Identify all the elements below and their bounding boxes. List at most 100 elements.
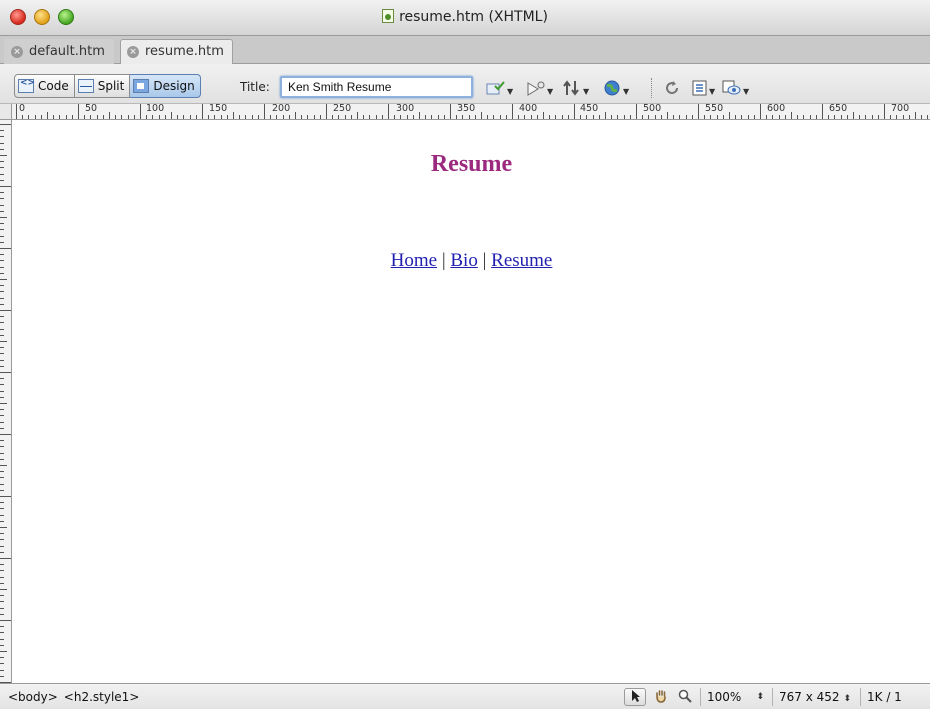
ruler-tick	[0, 347, 4, 349]
ruler-tick	[0, 390, 4, 392]
ruler-tick	[747, 115, 749, 119]
ruler-tick	[0, 179, 4, 181]
ruler-tick	[0, 551, 4, 553]
tab-default-htm[interactable]: × default.htm	[4, 39, 114, 64]
ruler-tick	[0, 285, 4, 287]
ruler-tick	[0, 210, 4, 212]
ruler-tick	[0, 458, 4, 460]
ruler-tick	[22, 115, 24, 119]
page-heading[interactable]: Resume	[13, 151, 930, 178]
ruler-tick	[784, 115, 786, 119]
browser-check-button[interactable]: ▼	[604, 79, 629, 97]
ruler-tick	[0, 533, 4, 535]
ruler-tick	[121, 115, 123, 119]
design-view-button[interactable]: Design	[130, 74, 201, 98]
zoom-tool-button[interactable]	[674, 688, 696, 706]
ruler-tick	[0, 657, 4, 659]
ruler-tick	[0, 297, 4, 299]
tag-body[interactable]: <body>	[8, 690, 58, 704]
ruler-tick	[772, 115, 774, 119]
ruler-tick	[0, 452, 4, 454]
hand-tool-button[interactable]	[650, 688, 672, 706]
ruler-mark: 650	[829, 104, 848, 114]
ruler-tick	[0, 576, 4, 578]
ruler-tick	[307, 115, 309, 119]
ruler-tick	[605, 112, 606, 119]
close-tab-icon[interactable]: ×	[11, 46, 23, 58]
ruler-tick	[0, 365, 4, 367]
ruler-tick	[0, 316, 4, 318]
ruler-mark: 400	[519, 104, 538, 114]
ruler-tick	[90, 115, 92, 119]
ruler-tick	[667, 112, 668, 119]
magnifier-icon	[678, 689, 692, 703]
ruler-tick	[208, 115, 210, 119]
updown-arrows-icon: ⬍	[843, 694, 852, 704]
ruler-tick	[512, 104, 513, 119]
page-title-input[interactable]	[280, 76, 473, 98]
ruler-tick	[71, 115, 73, 119]
bio-link[interactable]: Bio	[450, 250, 477, 271]
validate-markup-button[interactable]: ▼	[486, 79, 513, 97]
ruler-tick	[877, 115, 879, 119]
zoom-level-select[interactable]: 100% ⬍	[700, 688, 770, 706]
ruler-tick	[0, 465, 7, 466]
ruler-tick	[0, 217, 7, 218]
window-titlebar: resume.htm (XHTML)	[0, 0, 930, 36]
split-view-button[interactable]: Split	[74, 74, 131, 98]
ruler-tick	[164, 115, 166, 119]
ruler-tick	[0, 620, 11, 621]
ruler-tick	[338, 115, 340, 119]
ruler-tick	[0, 378, 4, 380]
ruler-origin[interactable]	[0, 104, 12, 120]
ruler-mark: 700	[891, 104, 910, 114]
ruler-tick	[195, 115, 197, 119]
ruler-tick	[0, 204, 4, 206]
select-tool-button[interactable]	[624, 688, 646, 706]
ruler-tick	[859, 115, 861, 119]
ruler-tick	[0, 142, 4, 144]
ruler-tick	[567, 115, 569, 119]
ruler-tick	[264, 104, 265, 119]
ruler-tick	[226, 115, 228, 119]
visual-aids-button[interactable]: ▼	[722, 79, 749, 97]
nav-separator: |	[482, 250, 487, 271]
view-options-button[interactable]: ▼	[692, 79, 715, 97]
ruler-tick	[443, 115, 445, 119]
tag-h2-style1[interactable]: <h2.style1>	[64, 690, 140, 704]
ruler-tick	[0, 644, 4, 646]
preview-in-browser-button[interactable]: ▼	[526, 79, 553, 97]
ruler-tick	[381, 115, 383, 119]
ruler-tick	[437, 115, 439, 119]
ruler-tick	[47, 112, 48, 119]
window-size-value: 767 x 452	[779, 690, 840, 704]
code-view-button[interactable]: Code	[14, 74, 75, 98]
status-bar: <body> <h2.style1> 100% ⬍ 767 x 452 ⬍ 1K / …	[0, 683, 930, 709]
ruler-tick	[0, 440, 4, 442]
resume-link[interactable]: Resume	[491, 250, 552, 271]
document-tab-bar: × default.htm × resume.htm	[0, 36, 930, 64]
tab-resume-htm[interactable]: × resume.htm	[120, 39, 233, 64]
split-view-label: Split	[97, 79, 125, 93]
design-view-canvas[interactable]: Resume Home | Bio | Resume	[13, 121, 930, 683]
ruler-tick	[0, 235, 4, 237]
ruler-tick	[450, 104, 451, 119]
close-tab-icon[interactable]: ×	[127, 46, 139, 58]
ruler-tick	[753, 115, 755, 119]
ruler-tick	[0, 496, 11, 497]
ruler-tick	[0, 514, 4, 516]
document-icon	[382, 9, 395, 23]
home-link[interactable]: Home	[391, 250, 437, 271]
ruler-tick	[0, 520, 4, 522]
refresh-button[interactable]	[664, 79, 680, 97]
ruler-mark: 300	[396, 104, 415, 114]
ruler-tick	[127, 115, 129, 119]
ruler-tick	[0, 291, 4, 293]
window-size-select[interactable]: 767 x 452 ⬍	[772, 688, 858, 706]
ruler-tick	[617, 115, 619, 119]
ruler-tick	[716, 115, 718, 119]
ruler-tick	[660, 115, 662, 119]
ruler-tick	[96, 115, 98, 119]
file-management-button[interactable]: ▼	[562, 79, 589, 97]
ruler-tick	[0, 582, 4, 584]
